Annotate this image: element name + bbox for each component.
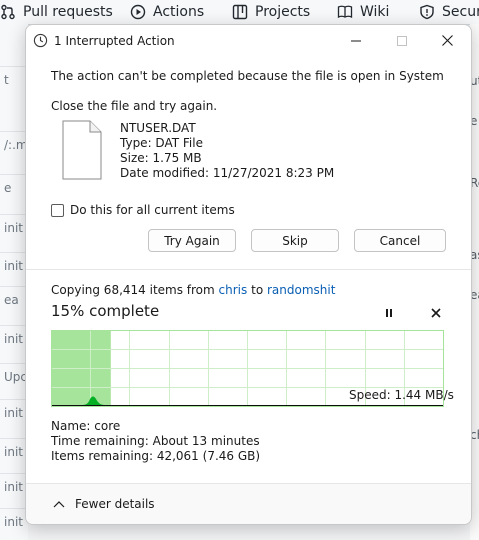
list-item: init (0, 214, 28, 240)
file-name: NTUSER.DAT (120, 121, 196, 135)
tab-projects[interactable]: Projects (232, 2, 310, 22)
book-icon (337, 5, 353, 19)
list-item: init (0, 325, 28, 351)
file-type: Type: DAT File (120, 136, 203, 150)
tab-label: Actions (153, 4, 205, 20)
list-item: ea (0, 286, 28, 312)
interrupted-action-dialog: 1 Interrupted Action The action can't be… (25, 24, 472, 525)
to-word: to (251, 283, 264, 297)
dialog-title: 1 Interrupted Action (54, 34, 175, 48)
transfer-details: Name: core Time remaining: About 13 minu… (51, 419, 260, 464)
tab-label: Pull requests (23, 4, 113, 20)
close-icon (442, 35, 453, 46)
list-item: init (0, 438, 28, 464)
tab-actions[interactable]: Actions (130, 2, 204, 22)
minimize-button[interactable] (333, 25, 378, 56)
error-message: The action can't be completed because th… (51, 69, 444, 83)
destination-folder-link[interactable]: randomshit (267, 283, 335, 297)
apply-to-all-checkbox-row[interactable]: Do this for all current items (51, 203, 235, 217)
skip-button[interactable]: Skip (251, 229, 339, 252)
list-item: init (0, 473, 28, 499)
shield-icon (420, 4, 434, 20)
section-divider (26, 269, 471, 270)
close-button[interactable] (425, 25, 470, 56)
percent-complete: 15% complete (51, 302, 160, 320)
background-file-list: t /:.mo e init init ea init Upc init ini… (0, 24, 28, 540)
table-icon (232, 4, 248, 20)
pull-request-icon (1, 4, 15, 20)
maximize-icon (396, 35, 407, 46)
file-date-modified: Date modified: 11/27/2021 8:23 PM (120, 166, 335, 180)
fewer-details-label[interactable]: Fewer details (75, 497, 155, 511)
file-size: Size: 1.75 MB (120, 151, 202, 165)
copy-prefix: Copying 68,414 items from (51, 283, 215, 297)
clock-icon (33, 33, 48, 48)
maximize-button[interactable] (379, 25, 424, 56)
current-item-name: Name: core (51, 419, 121, 433)
list-item: e (0, 174, 28, 200)
items-remaining: Items remaining: 42,061 (7.46 GB) (51, 449, 261, 463)
try-again-button[interactable]: Try Again (148, 229, 236, 252)
source-folder-link[interactable]: chris (219, 283, 248, 297)
pause-button[interactable] (381, 305, 397, 321)
list-item: Upc (0, 363, 28, 389)
chevron-up-icon (53, 501, 65, 508)
list-item: init (0, 508, 28, 534)
title-bar[interactable]: 1 Interrupted Action (26, 25, 471, 57)
cancel-button[interactable]: Cancel (354, 229, 446, 252)
checkbox-label[interactable]: Do this for all current items (70, 203, 235, 217)
instruction-text: Close the file and try again. (51, 99, 218, 113)
list-item: init (0, 252, 28, 278)
minimize-icon (350, 40, 361, 41)
tab-label: Securi (442, 4, 479, 20)
tab-security[interactable]: Securi (419, 2, 479, 22)
transfer-speed: Speed: 1.44 MB/s (349, 388, 454, 402)
pause-icon (386, 309, 392, 317)
tab-pull-requests[interactable]: Pull requests (0, 2, 113, 22)
copy-status: Copying 68,414 items from chris to rando… (51, 283, 335, 297)
list-item: /:.mo (0, 131, 28, 157)
file-icon (62, 120, 102, 180)
play-icon (130, 4, 146, 20)
list-item: init (0, 399, 28, 425)
apply-to-all-checkbox[interactable] (51, 203, 64, 217)
tab-wiki[interactable]: Wiki (337, 2, 389, 22)
tab-label: Projects (255, 4, 311, 20)
tab-label: Wiki (360, 4, 390, 20)
file-info: NTUSER.DAT Type: DAT File Size: 1.75 MB … (120, 121, 334, 181)
time-remaining: Time remaining: About 13 minutes (51, 434, 260, 448)
fewer-details-button[interactable]: Fewer details (53, 497, 155, 511)
dialog-footer: Fewer details (26, 484, 471, 524)
github-repo-nav: Pull requests Actions Projects Wiki Secu… (0, 0, 479, 25)
list-item: t (0, 66, 28, 92)
stop-button[interactable] (428, 305, 444, 321)
close-icon (431, 308, 441, 318)
